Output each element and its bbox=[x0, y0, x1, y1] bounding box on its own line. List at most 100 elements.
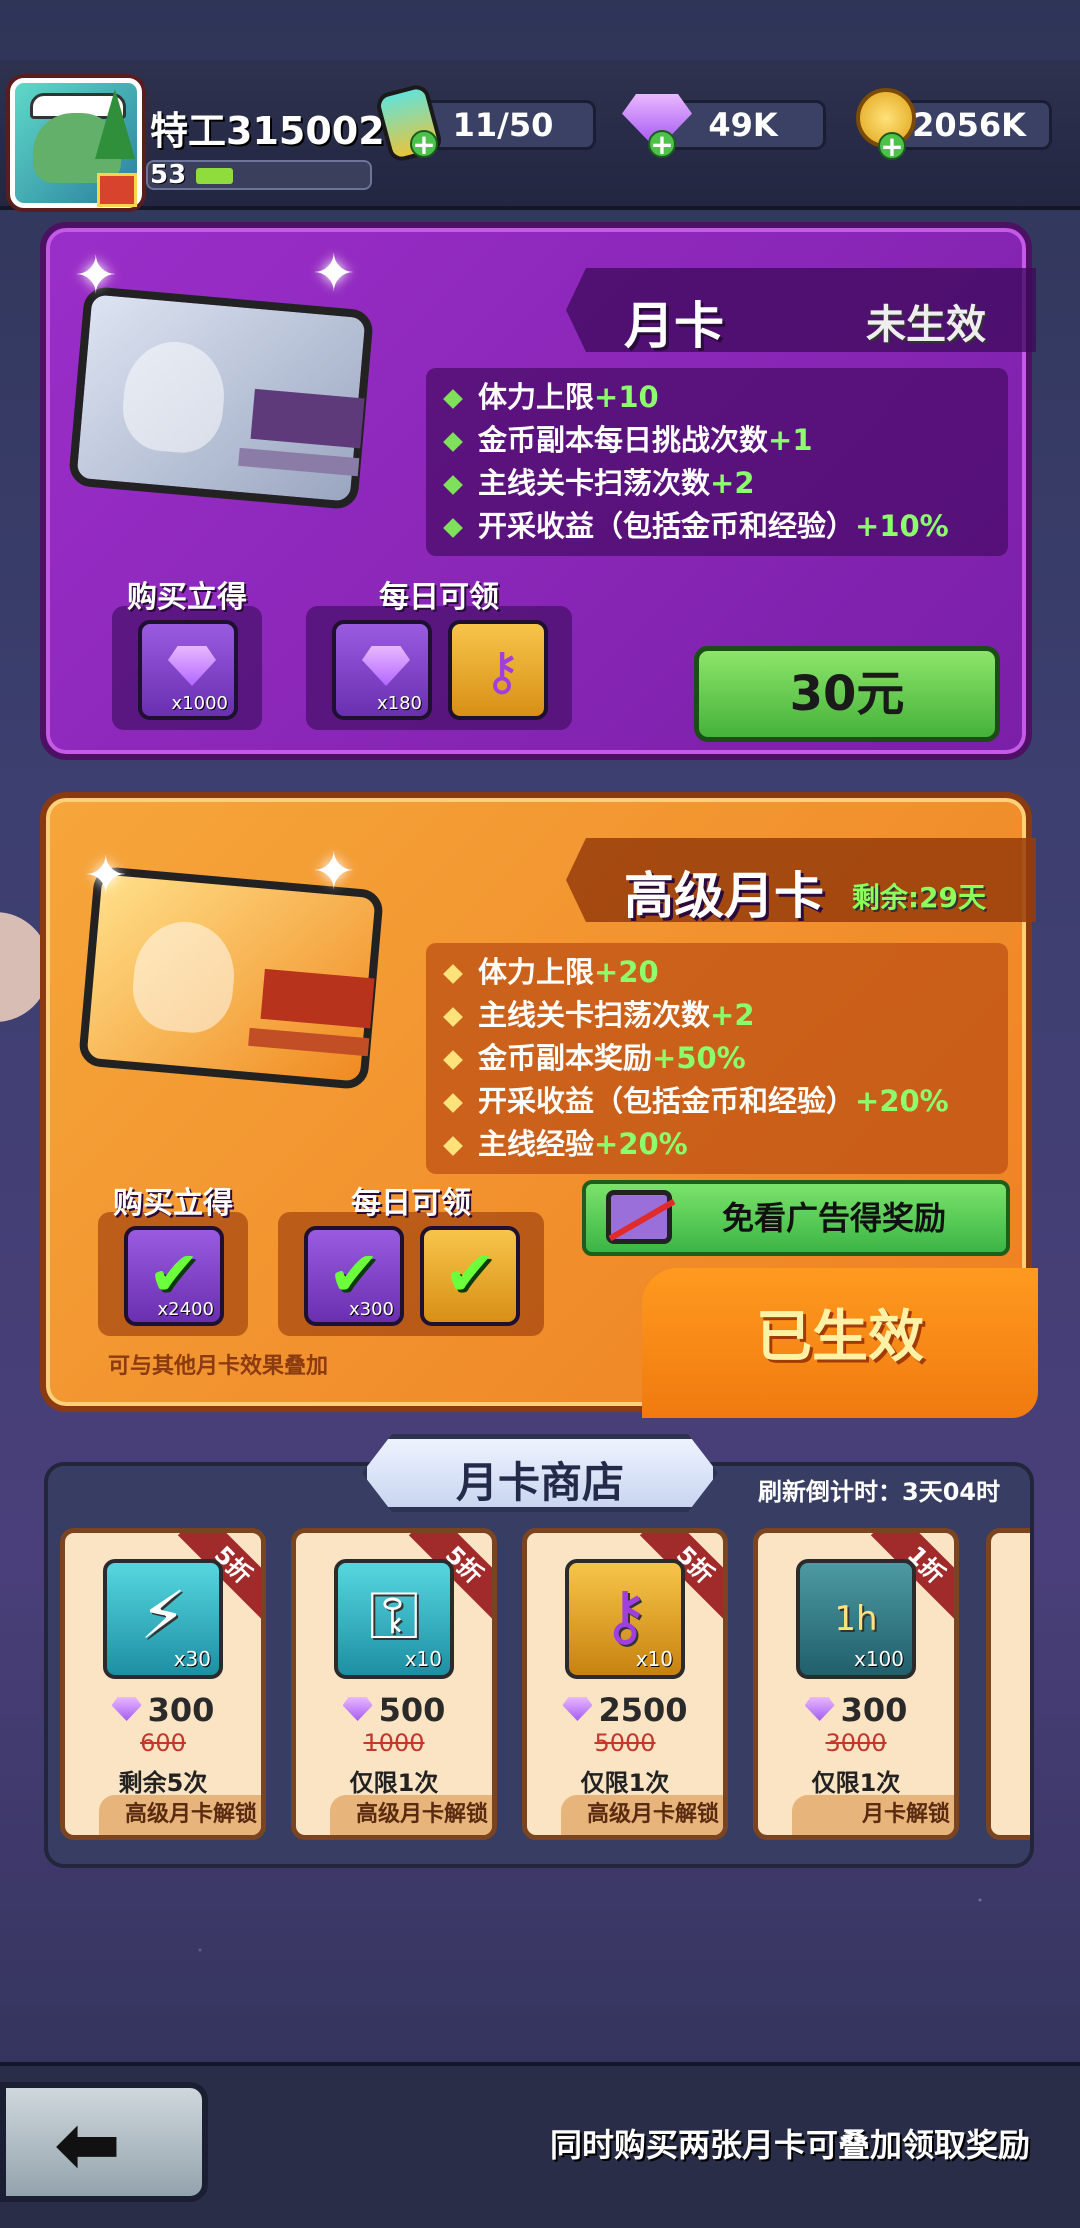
monthly-card-image bbox=[67, 285, 375, 511]
benefit-bonus: +20% bbox=[855, 1084, 949, 1118]
benefit-bonus: +2 bbox=[710, 998, 755, 1032]
activated-status: 已生效 bbox=[642, 1268, 1038, 1418]
premium-card-title: 高级月卡 bbox=[624, 867, 824, 925]
bolt-glyph: ⚡ bbox=[139, 1577, 187, 1654]
back-arrow-icon: ⬅ bbox=[54, 2098, 122, 2191]
item-price: 300 bbox=[65, 1691, 261, 1729]
gift-box-icon bbox=[97, 173, 137, 207]
battery-icon: ⚡ x30 bbox=[103, 1559, 223, 1679]
reward-qty: x180 bbox=[376, 693, 422, 714]
back-button[interactable]: ⬅ bbox=[0, 2082, 208, 2202]
item-qty: x10 bbox=[635, 1647, 673, 1671]
shop-item[interactable]: 5折 ⚡ x30 300 600 剩余5次 高级月卡解锁 bbox=[60, 1528, 266, 1840]
original-price: 3000 bbox=[825, 1729, 887, 1757]
shop-item-partial[interactable] bbox=[986, 1528, 1030, 1840]
bag-duration-label: 1h bbox=[834, 1599, 878, 1639]
instant-reward-label: 购买立得 bbox=[113, 1186, 233, 1221]
add-stamina-button[interactable]: + bbox=[410, 130, 438, 159]
monthly-card-title: 月卡 bbox=[624, 297, 724, 355]
unlock-requirement: 高级月卡解锁 bbox=[561, 1795, 723, 1835]
reward-qty: x300 bbox=[348, 1299, 394, 1320]
benefit-text: 金币副本奖励 bbox=[478, 1041, 653, 1075]
benefit-item: 金币副本奖励+50% bbox=[438, 1037, 996, 1080]
gem-reward-claimed: ✔ x300 bbox=[304, 1226, 404, 1326]
unlock-requirement: 月卡解锁 bbox=[792, 1795, 954, 1835]
player-avatar[interactable] bbox=[10, 78, 142, 208]
purchase-limit: 剩余5次 bbox=[118, 1769, 208, 1797]
purchase-limit: 仅限1次 bbox=[580, 1769, 670, 1797]
stacking-note: 可与其他月卡效果叠加 bbox=[108, 1354, 329, 1379]
gem-icon bbox=[111, 1697, 142, 1721]
key-reward-claimed: ✔ bbox=[420, 1226, 520, 1326]
benefit-item: 开采收益（包括金币和经验）+10% bbox=[438, 505, 996, 548]
benefit-text: 开采收益（包括金币和经验） bbox=[478, 1084, 856, 1118]
player-name: 特工315002 bbox=[150, 109, 385, 153]
benefit-bonus: +20 bbox=[594, 955, 659, 989]
price-value: 2500 bbox=[598, 1691, 688, 1729]
benefit-text: 体力上限 bbox=[478, 380, 595, 414]
premium-benefits-list: 体力上限+20 主线关卡扫荡次数+2 金币副本奖励+50% 开采收益（包括金币和… bbox=[426, 943, 1008, 1174]
gem-reward-claimed: ✔ x2400 bbox=[124, 1226, 224, 1326]
shop-item[interactable]: 5折 ⚷ x10 2500 5000 仅限1次 高级月卡解锁 bbox=[522, 1528, 728, 1840]
shop-item[interactable]: 1折 1h x100 300 3000 仅限1次 月卡解锁 bbox=[753, 1528, 959, 1840]
benefit-bonus: +20% bbox=[594, 1127, 688, 1161]
benefit-text: 主线关卡扫荡次数 bbox=[478, 466, 711, 500]
diamond-bullet-icon bbox=[443, 1007, 463, 1027]
key-glyph: ⚷ bbox=[600, 1577, 650, 1654]
card-stripe-small bbox=[248, 1027, 370, 1057]
diamond-bullet-icon bbox=[443, 1093, 463, 1113]
sparkle-icon: ✦ bbox=[312, 842, 356, 902]
benefit-bonus: +10% bbox=[855, 509, 949, 543]
shop-item[interactable]: 5折 ⚿ x10 500 1000 仅限1次 高级月卡解锁 bbox=[291, 1528, 497, 1840]
gem-reward-item[interactable]: x180 bbox=[332, 620, 432, 720]
item-price: 2500 bbox=[527, 1691, 723, 1729]
gold-bag-icon: 1h x100 bbox=[796, 1559, 916, 1679]
card-stripe-small bbox=[238, 447, 360, 477]
item-qty: x100 bbox=[853, 1647, 904, 1671]
benefit-text: 主线经验 bbox=[478, 1127, 595, 1161]
add-gems-button[interactable]: + bbox=[648, 130, 676, 159]
gold-key-icon: ⚷ bbox=[482, 642, 522, 702]
gold-key-icon: ⚷ x10 bbox=[565, 1559, 685, 1679]
purchase-limit: 仅限1次 bbox=[811, 1769, 901, 1797]
gem-icon bbox=[804, 1697, 835, 1721]
item-qty: x30 bbox=[173, 1647, 211, 1671]
player-level: 53 bbox=[150, 160, 187, 190]
daily-reward-label: 每日可领 bbox=[351, 1186, 471, 1221]
benefit-bonus: +10 bbox=[594, 380, 659, 414]
item-price: 300 bbox=[758, 1691, 954, 1729]
no-ads-tv-icon bbox=[606, 1190, 672, 1244]
gem-reward-item[interactable]: x1000 bbox=[138, 620, 238, 720]
buy-monthly-card-button[interactable]: 30元 bbox=[694, 646, 1000, 742]
benefit-item: 开采收益（包括金币和经验）+20% bbox=[438, 1080, 996, 1123]
benefit-item: 主线关卡扫荡次数+2 bbox=[438, 994, 996, 1037]
benefit-text: 主线关卡扫荡次数 bbox=[478, 998, 711, 1032]
monthly-benefits-list: 体力上限+10 金币副本每日挑战次数+1 主线关卡扫荡次数+2 开采收益（包括金… bbox=[426, 368, 1008, 556]
stacking-tip: 同时购买两张月卡可叠加领取奖励 bbox=[549, 2126, 1030, 2164]
premium-card-remaining: 剩余:29天 bbox=[851, 881, 986, 914]
bunny-silhouette bbox=[119, 337, 229, 457]
price-value: 500 bbox=[378, 1691, 446, 1729]
instant-reward-label: 购买立得 bbox=[127, 580, 247, 615]
benefit-bonus: +2 bbox=[710, 466, 755, 500]
diamond-bullet-icon bbox=[443, 518, 463, 538]
benefit-bonus: +50% bbox=[652, 1041, 746, 1075]
daily-reward-label: 每日可领 bbox=[379, 580, 499, 615]
level-progress-fill bbox=[196, 168, 233, 184]
gold-value: 2056K bbox=[912, 106, 1026, 144]
diamond-bullet-icon bbox=[443, 1050, 463, 1070]
diamond-bullet-icon bbox=[443, 475, 463, 495]
stamina-value: 11/50 bbox=[452, 106, 554, 144]
item-price: 500 bbox=[296, 1691, 492, 1729]
sparkle-icon: ✦ bbox=[84, 846, 128, 906]
sparkle-icon: ✦ bbox=[74, 246, 118, 306]
purchase-limit: 仅限1次 bbox=[349, 1769, 439, 1797]
sparkle-icon: ✦ bbox=[312, 244, 356, 304]
price-value: 300 bbox=[147, 1691, 215, 1729]
reward-qty: x1000 bbox=[171, 693, 228, 714]
benefit-bonus: +1 bbox=[768, 423, 813, 457]
card-stripe bbox=[260, 968, 375, 1029]
key-glyph: ⚿ bbox=[368, 1577, 420, 1654]
add-gold-button[interactable]: + bbox=[878, 132, 906, 161]
key-reward-item[interactable]: ⚷ bbox=[448, 620, 548, 720]
